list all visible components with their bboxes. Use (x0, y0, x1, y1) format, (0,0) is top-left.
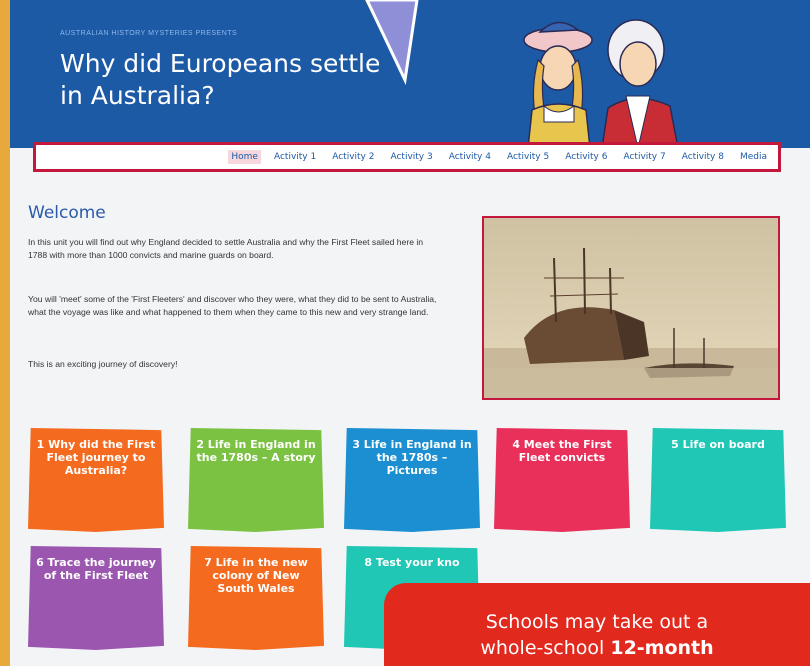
nav-item-activity-6[interactable]: Activity 6 (562, 150, 610, 164)
website-screenshot: AUSTRALIAN HISTORY MYSTERIES PRESENTS Wh… (10, 0, 810, 666)
nav-item-activity-3[interactable]: Activity 3 (387, 150, 435, 164)
tile-activity-5[interactable]: 5 Life on board (650, 428, 786, 532)
characters-illustration (523, 19, 679, 148)
subscription-callout: Schools may take out a whole-school 12-m… (384, 583, 810, 666)
callout-line-2: whole-school 12-month (384, 635, 810, 661)
nav-item-home[interactable]: Home (228, 150, 261, 164)
nav-item-activity-4[interactable]: Activity 4 (446, 150, 494, 164)
main-nav: Home Activity 1 Activity 2 Activity 3 Ac… (33, 142, 781, 172)
callout-line-2-bold: 12-month (610, 637, 714, 659)
ship-painting-image (484, 218, 778, 398)
nav-item-activity-8[interactable]: Activity 8 (679, 150, 727, 164)
tile-activity-1[interactable]: 1 Why did the First Fleet journey to Aus… (28, 428, 164, 532)
tile-activity-7[interactable]: 7 Life in the new colony of New South Wa… (188, 546, 324, 650)
callout-line-2-prefix: whole-school (480, 637, 611, 659)
ship-painting (482, 216, 780, 400)
welcome-paragraph-2: You will 'meet' some of the 'First Fleet… (28, 294, 437, 317)
nav-item-activity-2[interactable]: Activity 2 (329, 150, 377, 164)
callout-line-1: Schools may take out a (485, 611, 709, 633)
header-kicker: AUSTRALIAN HISTORY MYSTERIES PRESENTS (60, 30, 238, 37)
tile-activity-6[interactable]: 6 Trace the journey of the First Fleet (28, 546, 164, 650)
tile-activity-3[interactable]: 3 Life in England in the 1780s – Picture… (344, 428, 480, 532)
nav-item-activity-5[interactable]: Activity 5 (504, 150, 552, 164)
tile-activity-2[interactable]: 2 Life in England in the 1780s – A story (188, 428, 324, 532)
welcome-paragraph-3: This is an exciting journey of discovery… (28, 359, 178, 369)
nav-item-media[interactable]: Media (737, 150, 770, 164)
tile-activity-4[interactable]: 4 Meet the First Fleet convicts (494, 428, 630, 532)
nav-item-activity-1[interactable]: Activity 1 (271, 150, 319, 164)
welcome-paragraph-1: In this unit you will find out why Engla… (28, 237, 424, 260)
speech-bubble-tail (325, 0, 445, 86)
nav-item-activity-7[interactable]: Activity 7 (620, 150, 668, 164)
welcome-heading: Welcome (28, 203, 106, 223)
